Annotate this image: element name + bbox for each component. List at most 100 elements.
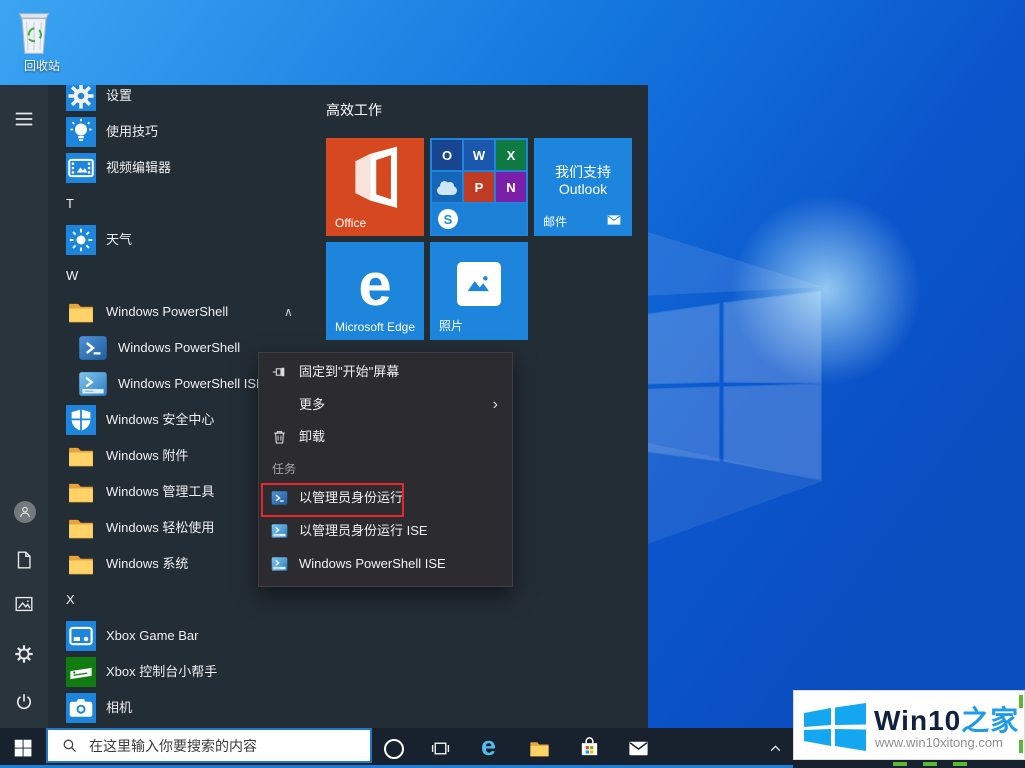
camera-icon	[66, 693, 96, 723]
tray-expand-icon[interactable]	[768, 741, 783, 756]
app-label: 视频编辑器	[106, 150, 171, 186]
tile-mail[interactable]: 我们支持 Outlook 邮件	[534, 138, 632, 236]
pin-icon	[271, 364, 288, 381]
folder-icon	[66, 441, 96, 471]
app-item-settings[interactable]: 设置	[0, 85, 322, 114]
context-menu: 固定到"开始"屏幕 更多 › 卸载 任务 以管理员身份运行 以管理员身份运行 I…	[258, 352, 513, 587]
app-label: Windows 安全中心	[106, 402, 214, 438]
menu-item-label: 卸载	[299, 421, 325, 453]
menu-item-label: Windows PowerShell ISE	[299, 549, 446, 579]
app-label: Windows PowerShell	[106, 294, 228, 330]
app-label: Xbox 控制台小帮手	[106, 654, 217, 690]
recycle-bin[interactable]: 回收站	[12, 6, 72, 74]
start-button[interactable]	[12, 737, 34, 759]
app-group-windows-powershell[interactable]: Windows PowerShell ∧	[0, 294, 322, 330]
powershell-ise-icon	[271, 556, 288, 573]
word-icon: W	[464, 140, 494, 170]
watermark-brand-text: Win10	[874, 705, 961, 736]
tile-office[interactable]: Office	[326, 138, 424, 236]
menu-item-label: 以管理员身份运行	[299, 483, 403, 513]
tile-photos[interactable]: 照片	[430, 242, 528, 340]
tiles-group-header: 高效工作	[326, 100, 382, 120]
screen: 回收站 设置 使用技巧 视频编辑器 T	[0, 0, 1025, 768]
menu-item-windows-powershell-ise[interactable]: Windows PowerShell ISE	[259, 549, 512, 579]
section-letter: X	[66, 582, 75, 618]
artifact-dash	[923, 762, 937, 766]
section-letter: W	[66, 258, 78, 294]
app-label: 相机	[106, 690, 132, 726]
powerpoint-icon: P	[464, 172, 494, 202]
mail-tile-text: Outlook	[534, 181, 632, 197]
watermark-brand: Win10之家	[874, 699, 1019, 739]
folder-icon	[66, 297, 96, 327]
artifact-dash	[953, 762, 967, 766]
app-label: Windows 系统	[106, 546, 188, 582]
folder-icon	[66, 477, 96, 507]
folder-icon	[66, 549, 96, 579]
edge-icon[interactable]: e	[481, 735, 496, 757]
app-item-weather[interactable]: 天气	[0, 222, 322, 258]
chevron-up-icon: ∧	[284, 294, 293, 330]
app-label: 使用技巧	[106, 114, 158, 150]
video-editor-icon	[66, 153, 96, 183]
tile-office-apps-folder[interactable]: O W X P N S	[430, 138, 528, 236]
task-view-button[interactable]	[430, 738, 451, 759]
taskbar-search-box[interactable]	[46, 728, 372, 763]
powershell-icon	[271, 490, 288, 507]
section-letter: T	[66, 186, 74, 222]
security-shield-icon	[66, 405, 96, 435]
app-item-tips[interactable]: 使用技巧	[0, 114, 322, 150]
menu-item-more[interactable]: 更多 ›	[259, 389, 512, 421]
app-label: Windows 附件	[106, 438, 188, 474]
file-explorer-icon[interactable]	[528, 737, 551, 760]
menu-section-tasks: 任务	[272, 457, 296, 481]
recycle-bin-label: 回收站	[12, 57, 72, 74]
menu-item-label: 以管理员身份运行 ISE	[299, 516, 428, 546]
menu-item-run-as-administrator-ise[interactable]: 以管理员身份运行 ISE	[259, 516, 512, 546]
section-header-t[interactable]: T	[0, 186, 322, 222]
excel-icon: X	[496, 140, 526, 170]
mail-icon[interactable]	[627, 737, 650, 760]
trash-icon	[271, 429, 288, 446]
lightbulb-icon	[66, 117, 96, 147]
section-header-w[interactable]: W	[0, 258, 322, 294]
onenote-icon: N	[496, 172, 526, 202]
app-label: Windows 管理工具	[106, 474, 214, 510]
menu-item-label: 更多	[299, 389, 325, 421]
tile-label: Office	[335, 216, 366, 230]
artifact-dash	[1019, 695, 1023, 708]
app-label: Xbox Game Bar	[106, 618, 199, 654]
mail-tile-text: 我们支持	[534, 162, 632, 182]
edge-logo-icon: e	[326, 250, 424, 319]
app-item-xbox-game-bar[interactable]: Xbox Game Bar	[0, 618, 322, 654]
tile-microsoft-edge[interactable]: e Microsoft Edge	[326, 242, 424, 340]
mail-envelope-icon	[604, 212, 624, 228]
chevron-right-icon: ›	[493, 389, 498, 421]
menu-item-label: 固定到"开始"屏幕	[299, 357, 399, 387]
tile-label: 邮件	[543, 213, 567, 230]
photos-icon	[457, 262, 501, 306]
app-label: 设置	[106, 85, 132, 114]
section-header-x[interactable]: X	[0, 582, 322, 618]
app-label: 天气	[106, 222, 132, 258]
search-input[interactable]	[87, 737, 370, 755]
menu-item-uninstall[interactable]: 卸载	[259, 421, 512, 453]
app-item-camera[interactable]: 相机	[0, 690, 322, 726]
menu-item-pin-to-start[interactable]: 固定到"开始"屏幕	[259, 357, 512, 387]
app-label: Windows PowerShell	[118, 330, 240, 366]
folder-icon	[66, 513, 96, 543]
powershell-ise-icon	[78, 369, 108, 399]
cortana-button[interactable]	[384, 739, 404, 759]
powershell-icon	[78, 333, 108, 363]
menu-item-run-as-administrator[interactable]: 以管理员身份运行	[259, 483, 512, 513]
outlook-icon: O	[432, 140, 462, 170]
app-item-video-editor[interactable]: 视频编辑器	[0, 150, 322, 186]
weather-sun-icon	[66, 225, 96, 255]
app-label: Windows PowerShell ISE	[118, 366, 265, 402]
app-item-xbox-console-companion[interactable]: Xbox 控制台小帮手	[0, 654, 322, 690]
artifact-dash	[1019, 740, 1023, 753]
store-icon[interactable]	[578, 735, 601, 758]
gear-icon	[66, 85, 96, 111]
recycle-bin-icon	[12, 6, 56, 56]
app-label: Windows 轻松使用	[106, 510, 214, 546]
